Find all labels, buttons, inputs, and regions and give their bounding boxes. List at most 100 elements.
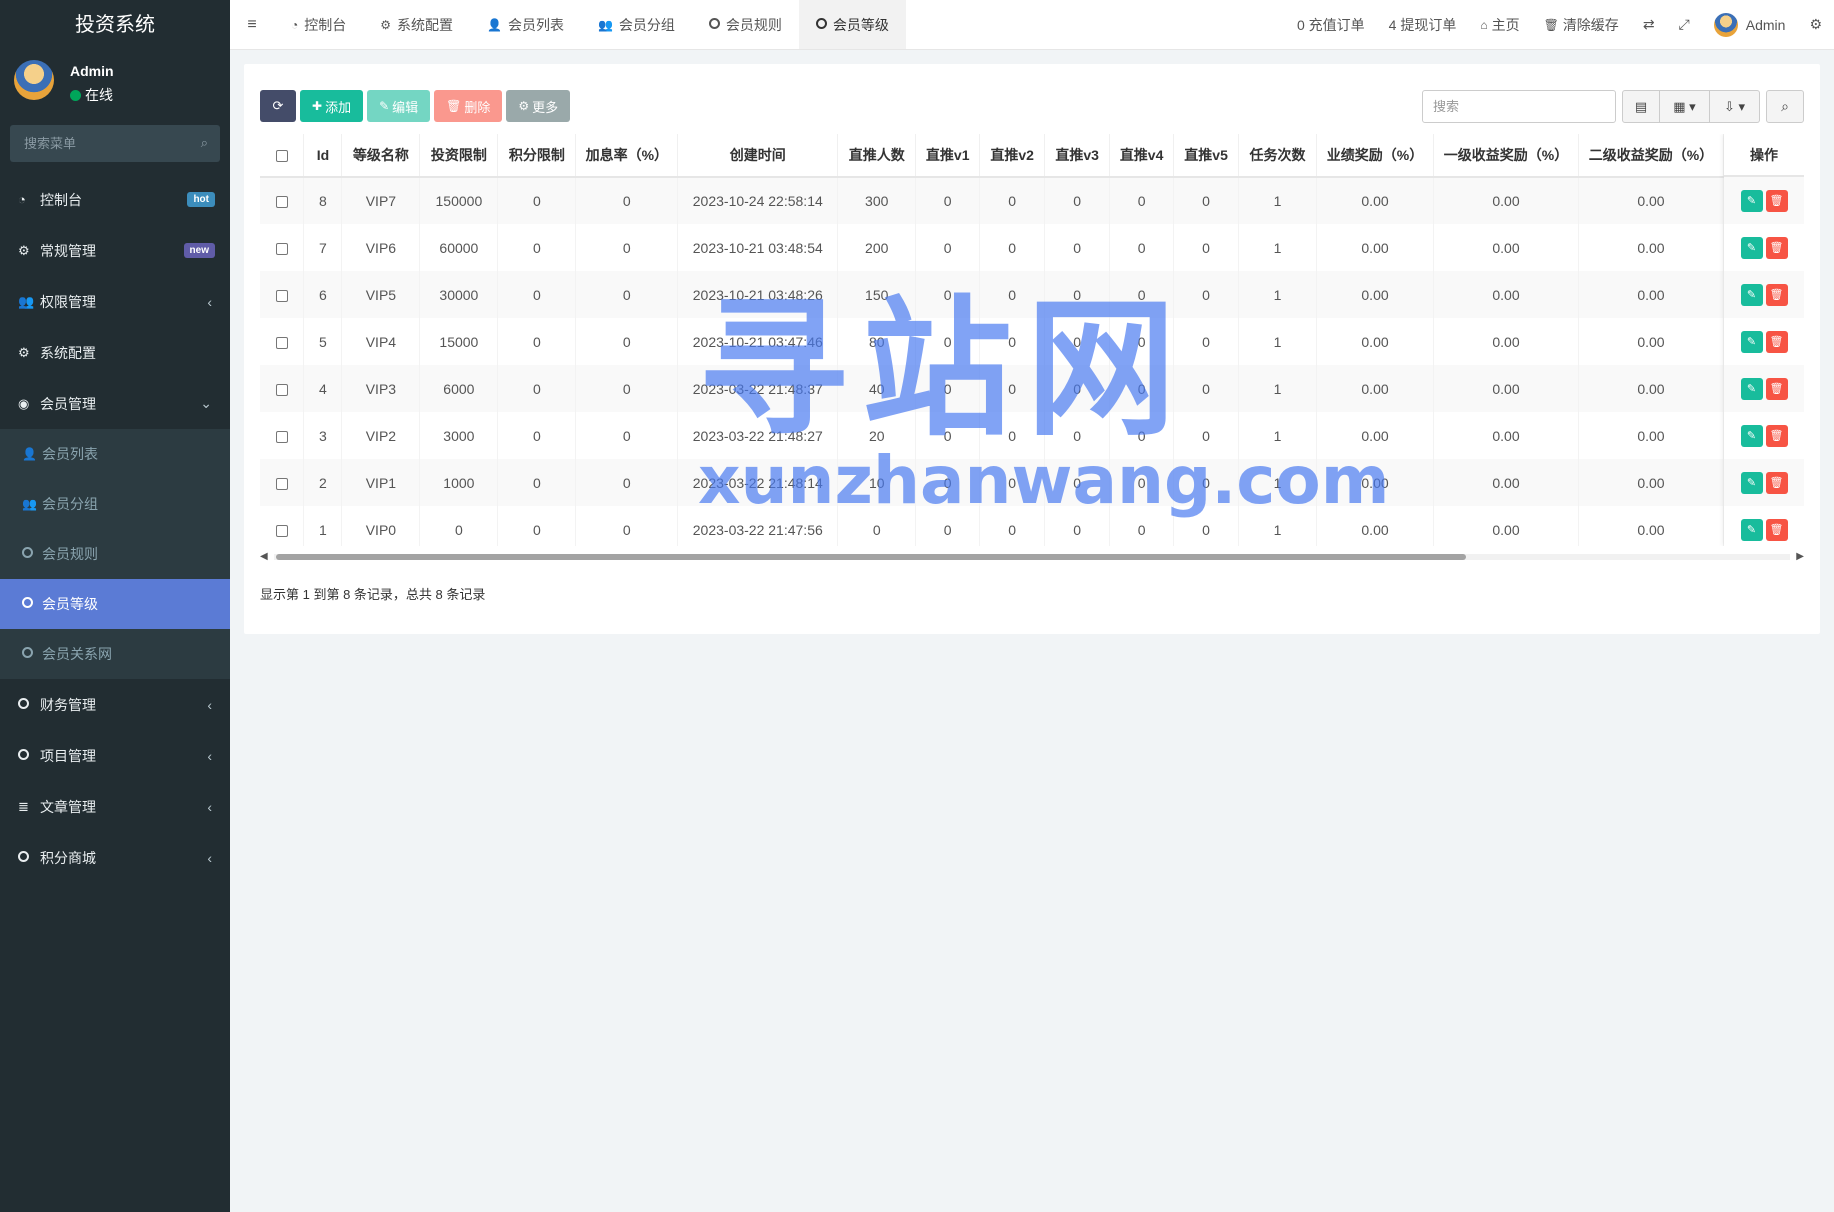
table-row[interactable]: 3 VIP2 3000 0 0 2023-03-22 21:48:27 20 0 0 0 0 0 1 0.… xyxy=(260,412,1804,459)
table-row[interactable]: 7 VIP6 60000 0 0 2023-10-21 03:48:54 200 0 0 0 0 0 1… xyxy=(260,224,1804,271)
sidebar-item-after-0[interactable]: 财务管理 ‹ xyxy=(0,679,230,730)
sidebar-item-2[interactable]: 👥 权限管理 ‹ xyxy=(0,276,230,327)
column-header[interactable]: 直推v5 xyxy=(1173,134,1240,178)
sidebar-item-4[interactable]: ◉ 会员管理 ⌄ xyxy=(0,378,230,429)
row-delete-button[interactable]: 🗑 xyxy=(1765,330,1788,353)
tab-5[interactable]: 会员等级 xyxy=(798,0,906,49)
row-checkbox[interactable] xyxy=(275,289,288,302)
table-cell: 0.00 xyxy=(1578,271,1724,318)
tab-0[interactable]: ◔ 控制台 xyxy=(274,0,363,49)
row-edit-button[interactable]: ✎ xyxy=(1740,424,1763,447)
row-edit-button[interactable]: ✎ xyxy=(1740,236,1763,259)
row-checkbox[interactable] xyxy=(275,477,288,490)
scroll-right-icon[interactable]: ▶ xyxy=(1796,551,1804,562)
card-view-icon[interactable]: ▤ xyxy=(1622,90,1660,123)
tab-3[interactable]: 👥 会员分组 xyxy=(581,0,692,49)
sidebar-item-0[interactable]: ◔ 控制台 hot xyxy=(0,174,230,225)
tab-2[interactable]: 👤 会员列表 xyxy=(470,0,581,49)
sidebar-item-after-2[interactable]: ≣ 文章管理 ‹ xyxy=(0,781,230,832)
column-header[interactable]: 业绩奖励（%） xyxy=(1316,134,1434,178)
app-logo[interactable]: 投资系统 xyxy=(0,0,230,50)
settings-gear-icon[interactable]: ⚙ xyxy=(1797,16,1834,33)
refresh-button[interactable]: ⟳ xyxy=(260,90,296,122)
table-row[interactable]: 2 VIP1 1000 0 0 2023-03-22 21:48:14 10 0 0 0 0 0 1 0.… xyxy=(260,459,1804,506)
edit-button[interactable]: ✎ 编辑 xyxy=(367,90,431,122)
row-checkbox[interactable] xyxy=(275,196,288,209)
column-header[interactable]: 直推人数 xyxy=(837,134,917,178)
row-delete-button[interactable]: 🗑 xyxy=(1765,236,1788,259)
table-search-input[interactable] xyxy=(1422,90,1616,123)
search-icon[interactable]: ⌕ xyxy=(1766,90,1804,123)
sidebar-item-after-1[interactable]: 项目管理 ‹ xyxy=(0,730,230,781)
submenu-item-0[interactable]: 👤 会员列表 xyxy=(0,429,230,479)
table-cell: 0.00 xyxy=(1433,506,1579,546)
row-checkbox[interactable] xyxy=(275,524,288,537)
sidebar-item-after-3[interactable]: 积分商城 ‹ xyxy=(0,832,230,883)
column-header[interactable]: 加息率（%） xyxy=(575,134,679,178)
circle-icon xyxy=(22,547,42,561)
select-all-checkbox[interactable] xyxy=(275,150,288,163)
clear-cache-button[interactable]: 🗑 清除缓存 xyxy=(1532,15,1631,35)
column-header[interactable]: 直推v1 xyxy=(915,134,981,178)
row-delete-button[interactable]: 🗑 xyxy=(1765,424,1788,447)
table-cell: 0 xyxy=(1044,506,1111,546)
row-checkbox[interactable] xyxy=(275,336,288,349)
row-delete-button[interactable]: 🗑 xyxy=(1765,518,1788,541)
recharge-orders-link[interactable]: 0 充值订单 xyxy=(1285,15,1377,35)
more-button[interactable]: ⚙ 更多 xyxy=(506,90,571,122)
submenu-item-1[interactable]: 👥 会员分组 xyxy=(0,479,230,529)
column-header[interactable]: 任务次数 xyxy=(1238,134,1318,178)
admin-user-menu[interactable]: Admin xyxy=(1702,12,1798,37)
hamburger-menu-icon[interactable]: ≡ xyxy=(230,0,274,49)
row-edit-button[interactable]: ✎ xyxy=(1740,518,1763,541)
table-row[interactable]: 4 VIP3 6000 0 0 2023-03-22 21:48:37 40 0 0 0 0 0 1 0.… xyxy=(260,365,1804,412)
table-row[interactable]: 5 VIP4 15000 0 0 2023-10-21 03:47:46 80 0 0 0 0 0 1 0… xyxy=(260,318,1804,365)
language-icon[interactable]: ⇄ xyxy=(1631,16,1667,33)
row-edit-button[interactable]: ✎ xyxy=(1740,189,1763,212)
column-header[interactable]: 等级名称 xyxy=(341,134,421,178)
tab-4[interactable]: 会员规则 xyxy=(692,0,799,49)
column-header[interactable]: 二级收益奖励（%） xyxy=(1578,134,1724,178)
home-link[interactable]: ⌂ 主页 xyxy=(1468,15,1531,35)
export-icon[interactable]: ⇩ ▾ xyxy=(1710,90,1760,123)
row-edit-button[interactable]: ✎ xyxy=(1740,283,1763,306)
row-delete-button[interactable]: 🗑 xyxy=(1765,471,1788,494)
submenu-item-2[interactable]: 会员规则 xyxy=(0,529,230,579)
table-row[interactable]: 6 VIP5 30000 0 0 2023-10-21 03:48:26 150 0 0 0 0 0 1… xyxy=(260,271,1804,318)
column-header[interactable]: 一级收益奖励（%） xyxy=(1433,134,1579,178)
search-icon[interactable]: ⌕ xyxy=(201,135,208,151)
row-edit-button[interactable]: ✎ xyxy=(1740,377,1763,400)
row-checkbox[interactable] xyxy=(275,430,288,443)
row-edit-button[interactable]: ✎ xyxy=(1740,330,1763,353)
table-cell: 0 xyxy=(1173,271,1240,318)
column-header[interactable]: 投资限制 xyxy=(419,134,499,178)
horizontal-scrollbar[interactable]: ◀ ▶ xyxy=(260,551,1804,563)
table-row[interactable]: 1 VIP0 0 0 0 2023-03-22 21:47:56 0 0 0 0 0 0 1 0.00 0.… xyxy=(260,506,1804,546)
tab-1[interactable]: ⚙ 系统配置 xyxy=(363,0,470,49)
delete-button[interactable]: 🗑 删除 xyxy=(434,90,503,122)
add-button[interactable]: ✚ 添加 xyxy=(300,90,364,122)
row-delete-button[interactable]: 🗑 xyxy=(1765,189,1788,212)
sidebar-item-3[interactable]: ⚙ 系统配置 xyxy=(0,327,230,378)
fullscreen-icon[interactable]: ⤢ xyxy=(1667,16,1702,33)
column-header[interactable]: 创建时间 xyxy=(677,134,839,178)
column-header[interactable]: Id xyxy=(303,134,343,178)
column-header[interactable]: 积分限制 xyxy=(497,134,577,178)
scroll-left-icon[interactable]: ◀ xyxy=(260,551,268,562)
row-checkbox[interactable] xyxy=(275,242,288,255)
sidebar-item-1[interactable]: ⚙ 常规管理 new xyxy=(0,225,230,276)
column-header[interactable]: 直推v2 xyxy=(979,134,1046,178)
columns-icon[interactable]: ▦ ▾ xyxy=(1660,90,1710,123)
row-delete-button[interactable]: 🗑 xyxy=(1765,377,1788,400)
scroll-thumb[interactable] xyxy=(276,554,1466,560)
submenu-item-4[interactable]: 会员关系网 xyxy=(0,629,230,679)
column-header[interactable]: 直推v3 xyxy=(1044,134,1111,178)
table-row[interactable]: 8 VIP7 150000 0 0 2023-10-24 22:58:14 300 0 0 0 0 0… xyxy=(260,177,1804,224)
withdraw-orders-link[interactable]: 4 提现订单 xyxy=(1377,15,1469,35)
sidebar-search-input[interactable] xyxy=(10,125,220,162)
row-checkbox[interactable] xyxy=(275,383,288,396)
row-edit-button[interactable]: ✎ xyxy=(1740,471,1763,494)
row-delete-button[interactable]: 🗑 xyxy=(1765,283,1788,306)
submenu-item-3[interactable]: 会员等级 xyxy=(0,579,230,629)
column-header[interactable]: 直推v4 xyxy=(1109,134,1175,178)
